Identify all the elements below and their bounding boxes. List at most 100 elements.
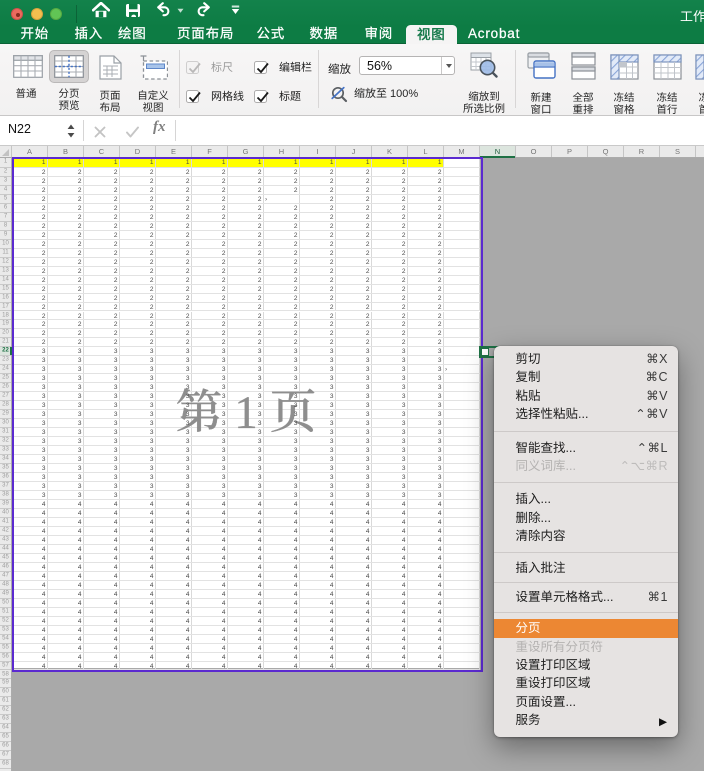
- titlebar-separator: [76, 5, 77, 23]
- column-header-C[interactable]: C: [84, 146, 120, 157]
- normal-view-label: 普通: [15, 88, 37, 100]
- name-box[interactable]: N22: [8, 122, 31, 136]
- menu-separator: [493, 430, 678, 432]
- page-break-preview-label: 分页 预览: [58, 88, 80, 112]
- tab-review[interactable]: 审阅: [364, 27, 394, 44]
- menu-item-set-print-area[interactable]: 设置打印区域: [494, 656, 679, 674]
- home-icon[interactable]: [92, 2, 110, 18]
- new-window-label: 新建 窗口: [530, 92, 552, 116]
- redo-icon[interactable]: [195, 2, 211, 17]
- ribbon-divider: [179, 50, 180, 108]
- menu-item-copy[interactable]: 复制 ⌘C: [494, 368, 679, 386]
- freeze-panes-button[interactable]: 冻结 窗格: [609, 52, 639, 116]
- insert-function-icon[interactable]: fx: [153, 119, 166, 136]
- page-break-border: [11, 156, 483, 672]
- freeze-first-column-button[interactable]: 冻结 首列: [694, 52, 704, 116]
- zoom-dropdown-arrow[interactable]: [441, 57, 454, 74]
- freeze-top-row-button[interactable]: 冻结 首行: [652, 52, 682, 116]
- close-button[interactable]: [11, 8, 23, 20]
- formula-bar-divider: [83, 120, 84, 141]
- menu-item-delete[interactable]: 删除...: [494, 509, 679, 527]
- column-header-S[interactable]: S: [660, 146, 696, 157]
- tab-data[interactable]: 数据: [309, 27, 339, 44]
- new-window-button[interactable]: 新建 窗口: [524, 52, 558, 116]
- column-header-Q[interactable]: Q: [588, 146, 624, 157]
- column-header-B[interactable]: B: [48, 146, 84, 157]
- formula-bar-checkbox[interactable]: 编辑栏: [254, 59, 312, 75]
- undo-icon[interactable]: [156, 2, 172, 17]
- menu-item-insert-page-break[interactable]: 分页: [493, 619, 678, 638]
- title-bar: 工作簿1: [0, 0, 704, 27]
- tab-insert[interactable]: 插入: [74, 27, 104, 44]
- menu-item-clear-contents[interactable]: 清除内容: [494, 527, 679, 545]
- select-all-corner[interactable]: [0, 146, 12, 157]
- zoom-100-button[interactable]: 缩放至 100%: [330, 85, 418, 104]
- freeze-top-row-label: 冻结 首行: [656, 92, 678, 116]
- excel-window: 工作簿1 开始 插入绘图 页面布局 公式 数据 审阅视图 Acrobat 普通: [0, 0, 704, 771]
- column-header-K[interactable]: K: [372, 146, 408, 157]
- menu-item-cut[interactable]: 剪切 ⌘X: [494, 350, 679, 368]
- tab-draw[interactable]: 绘图: [118, 27, 147, 44]
- menu-item-page-setup[interactable]: 页面设置...: [494, 693, 679, 711]
- page-break-preview-button[interactable]: 分页 预览: [49, 50, 89, 112]
- ruler-label: 标尺: [211, 62, 233, 74]
- ruler-checkbox[interactable]: 标尺: [186, 59, 233, 75]
- menu-shortcut: ⌃⌘L: [636, 440, 668, 455]
- menu-item-services[interactable]: 服务 ▶: [494, 711, 679, 729]
- zoom-combobox[interactable]: 56%: [359, 56, 455, 75]
- row-headers: 1 2 3 4 5 6 7 8 9 10 11 12 13 14 15 16 17 18 19 20 21 22 23 24 2…: [0, 158, 12, 771]
- formula-bar-label: 编辑栏: [279, 62, 312, 74]
- tab-view[interactable]: 视图: [406, 25, 457, 44]
- menu-separator: [493, 482, 678, 484]
- name-box-spinner[interactable]: [66, 122, 76, 140]
- tab-formulas[interactable]: 公式: [256, 27, 286, 44]
- arrange-all-button[interactable]: 全部 重排: [570, 52, 596, 116]
- column-header-A[interactable]: A: [12, 146, 48, 157]
- column-header-H[interactable]: H: [264, 146, 300, 157]
- menu-item-reset-print-area[interactable]: 重设打印区域: [494, 674, 679, 692]
- tab-page-layout[interactable]: 页面布局: [177, 27, 234, 44]
- column-header-L[interactable]: L: [408, 146, 444, 157]
- column-header-F[interactable]: F: [192, 146, 228, 157]
- menu-item-format-cells[interactable]: 设置单元格格式... ⌘1: [494, 588, 679, 606]
- menu-item-insert-comment[interactable]: 插入批注: [494, 559, 679, 577]
- tab-home[interactable]: 开始: [20, 27, 50, 44]
- active-cell-handle[interactable]: [480, 347, 489, 357]
- headings-checkbox[interactable]: 标题: [254, 88, 301, 104]
- column-header-R[interactable]: R: [624, 146, 660, 157]
- column-header-N[interactable]: N: [480, 146, 516, 158]
- column-header-P[interactable]: P: [552, 146, 588, 157]
- menu-item-paste[interactable]: 粘贴 ⌘V: [494, 387, 679, 405]
- cancel-icon[interactable]: [93, 125, 107, 139]
- menu-shortcut: ⌃⌥⌘R: [619, 458, 668, 473]
- column-header-D[interactable]: D: [120, 146, 156, 157]
- column-header-E[interactable]: E: [156, 146, 192, 157]
- zoom-value: 56%: [367, 59, 393, 73]
- custom-views-button[interactable]: 自定义 视图: [132, 50, 174, 114]
- save-icon[interactable]: [125, 3, 141, 18]
- enter-icon[interactable]: [125, 125, 140, 139]
- row-header-68[interactable]: 68: [0, 760, 11, 770]
- column-header-O[interactable]: O: [516, 146, 552, 157]
- window-title: 工作簿1: [680, 9, 704, 24]
- menu-item-smart-lookup[interactable]: 智能查找... ⌃⌘L: [494, 439, 679, 457]
- toolbar-overflow-icon[interactable]: [231, 5, 240, 15]
- undo-dropdown-icon[interactable]: [177, 8, 184, 14]
- menu-item-paste-special[interactable]: 选择性粘贴... ⌃⌘V: [494, 405, 679, 423]
- menu-separator: [493, 612, 678, 614]
- gridlines-checkbox[interactable]: 网格线: [186, 88, 244, 104]
- column-header-J[interactable]: J: [336, 146, 372, 157]
- menu-item-insert[interactable]: 插入...: [494, 490, 679, 508]
- freeze-first-column-icon: [694, 54, 704, 80]
- minimize-button[interactable]: [31, 8, 43, 20]
- menu-item-thesaurus: 同义词库... ⌃⌥⌘R: [494, 457, 679, 475]
- tab-acrobat[interactable]: Acrobat: [468, 27, 520, 44]
- zoom-to-selection-button[interactable]: 缩放到 所选比例: [462, 52, 506, 115]
- column-header-I[interactable]: I: [300, 146, 336, 157]
- column-header-G[interactable]: G: [228, 146, 264, 157]
- zoom-button[interactable]: [50, 8, 62, 20]
- normal-view-button[interactable]: 普通: [8, 50, 44, 101]
- ribbon: 普通 分页 预览 页面 布局 自定义 视图 标尺 网格线 编辑栏 标题 缩放 5…: [0, 44, 704, 116]
- column-header-M[interactable]: M: [444, 146, 480, 157]
- page-layout-view-button[interactable]: 页面 布局: [92, 50, 128, 114]
